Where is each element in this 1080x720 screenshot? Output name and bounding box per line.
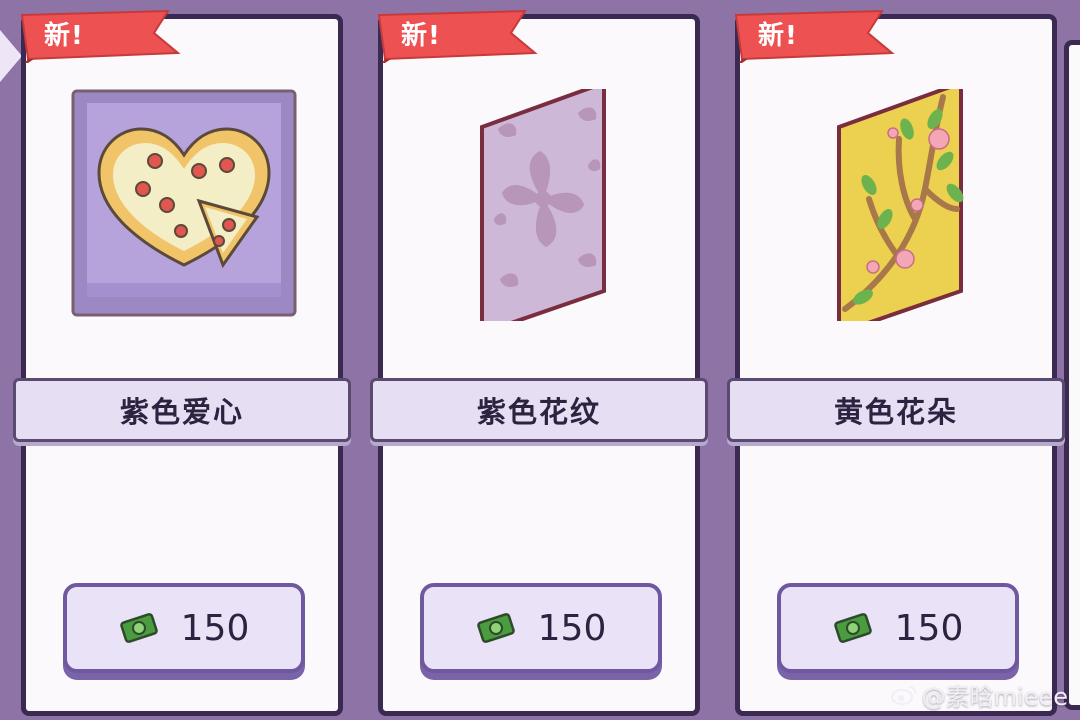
price-label: 150	[537, 607, 607, 649]
weibo-icon	[890, 685, 916, 705]
buy-price-button[interactable]: 150	[63, 583, 305, 673]
watermark-text: @素晗mieee	[921, 683, 1068, 711]
shop-item-card[interactable]: 新! 黄色花朵 150	[727, 9, 1065, 716]
item-name-bar: 紫色爱心	[13, 378, 351, 442]
new-badge-label: 新!	[401, 21, 441, 51]
shop-item-card[interactable]: 新! 紫色花纹 150	[370, 9, 708, 716]
heart-pizza-wallpaper-icon	[71, 89, 297, 317]
cash-icon	[476, 613, 515, 643]
buy-price-button[interactable]: 150	[777, 583, 1019, 673]
item-name-label: 黄色花朵	[833, 395, 958, 429]
new-badge-ribbon: 新!	[18, 7, 200, 63]
shop-item-card[interactable]: 新! 紫色爱心 150	[13, 9, 351, 716]
new-badge-ribbon: 新!	[732, 7, 914, 63]
purple-damask-wallpaper-icon	[480, 89, 606, 321]
yellow-blossom-wallpaper-icon	[837, 89, 964, 321]
buy-price-button[interactable]: 150	[420, 583, 662, 673]
cash-icon	[119, 613, 158, 643]
item-name-label: 紫色花纹	[476, 395, 601, 429]
price-label: 150	[894, 607, 964, 649]
next-card-edge	[1064, 40, 1080, 710]
item-name-bar: 紫色花纹	[370, 378, 708, 442]
cash-icon	[833, 613, 872, 643]
item-name-label: 紫色爱心	[119, 395, 244, 429]
new-badge-ribbon: 新!	[375, 7, 557, 63]
item-name-bar: 黄色花朵	[727, 378, 1065, 442]
watermark: @素晗mieee	[890, 677, 1068, 712]
new-badge-label: 新!	[44, 21, 84, 51]
new-badge-label: 新!	[758, 21, 798, 51]
price-label: 150	[180, 607, 250, 649]
